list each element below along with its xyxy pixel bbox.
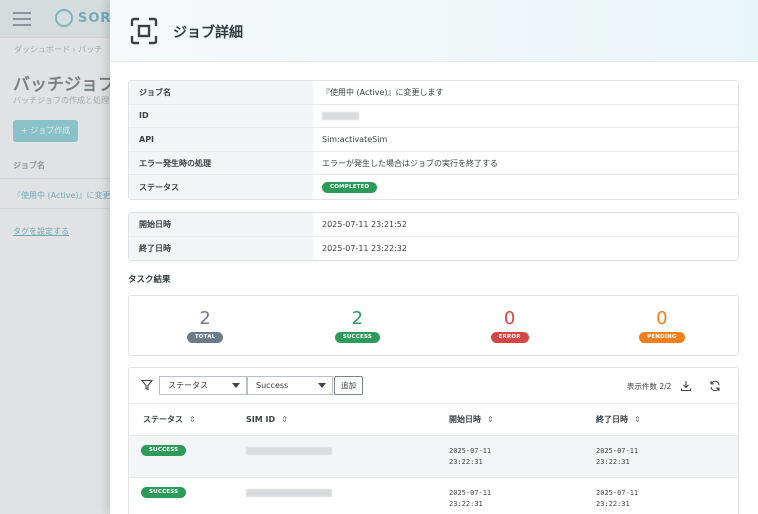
detail-value: エラーが発生した場合はジョブの実行を終了する xyxy=(322,158,498,168)
detail-value: Sim:activateSim xyxy=(322,134,388,144)
sort-icon[interactable]: ⇕ xyxy=(281,415,288,424)
task-results-title: タスク結果 xyxy=(128,275,171,285)
table-header: ステータス ⇕ SIM ID ⇕ 開始日時 ⇕ 終了日時 ⇕ xyxy=(129,404,738,436)
detail-value: 2025-07-11 23:22:32 xyxy=(322,243,407,253)
drawer-title: ジョブ詳細 xyxy=(173,25,243,41)
filter-value: Success xyxy=(256,381,289,390)
stat-count: 0 xyxy=(656,307,668,329)
download-icon[interactable] xyxy=(680,380,692,392)
stat-count: 2 xyxy=(351,307,364,329)
detail-value xyxy=(313,105,738,128)
chevron-down-icon xyxy=(318,383,326,388)
column-label: ステータス xyxy=(143,415,183,424)
status-badge: COMPLETED xyxy=(322,181,378,193)
add-filter-button[interactable]: 追加 xyxy=(334,376,363,395)
sort-icon[interactable]: ⇕ xyxy=(487,415,494,424)
table-toolbar: ステータス Success 追加 表示件数 2/2 xyxy=(129,368,738,404)
end-time: 23:22:31 xyxy=(596,458,630,466)
stat-label-badge: TOTAL xyxy=(186,331,224,343)
detail-row-error-handling: エラー発生時の処理 エラーが発生した場合はジョブの実行を終了する xyxy=(129,151,738,176)
detail-key: 終了日時 xyxy=(129,236,313,261)
detail-row-api: API Sim:activateSim xyxy=(129,128,738,152)
refresh-icon[interactable] xyxy=(709,380,721,392)
row-end-time: 2025-07-11 23:22:31 xyxy=(596,446,638,468)
detail-key: ジョブ名 xyxy=(129,81,313,104)
redacted-sim-id xyxy=(246,447,332,455)
drawer-header: ジョブ詳細 xyxy=(110,0,758,62)
filter-icon[interactable] xyxy=(141,379,153,391)
column-label: SIM ID xyxy=(246,415,276,424)
row-start-time: 2025-07-11 23:22:31 xyxy=(449,488,491,510)
filter-field-select[interactable]: ステータス xyxy=(159,376,247,395)
start-date: 2025-07-11 xyxy=(449,447,492,455)
detail-value: COMPLETED xyxy=(313,175,738,199)
stat-error: 0 ERROR xyxy=(434,296,586,355)
detail-key: ID xyxy=(129,104,313,128)
stat-success: 2 SUCCESS xyxy=(281,296,433,355)
detail-row-start-time: 開始日時 2025-07-11 23:21:52 xyxy=(129,213,738,237)
row-status-badge: SUCCESS xyxy=(141,487,187,498)
chevron-down-icon xyxy=(232,383,240,388)
filter-field-value: ステータス xyxy=(168,381,208,390)
detail-key: ステータス xyxy=(129,175,313,199)
stat-count: 2 xyxy=(199,307,211,329)
row-end-time: 2025-07-11 23:22:31 xyxy=(596,488,638,510)
column-label: 終了日時 xyxy=(596,415,628,424)
table-row[interactable]: SUCCESS 2025-07-11 23:22:31 2025-07-11 2… xyxy=(129,478,738,514)
end-time: 23:22:31 xyxy=(596,500,630,508)
start-date: 2025-07-11 xyxy=(449,489,492,497)
column-header-end-time[interactable]: 終了日時 ⇕ xyxy=(596,414,641,425)
column-header-sim-id[interactable]: SIM ID ⇕ xyxy=(246,415,288,424)
job-times-card: 開始日時 2025-07-11 23:21:52 終了日時 2025-07-11… xyxy=(128,212,739,262)
column-label: 開始日時 xyxy=(449,415,481,424)
column-header-start-time[interactable]: 開始日時 ⇕ xyxy=(449,414,494,425)
detail-value: 『使用中 (Active)』に変更します xyxy=(322,87,444,97)
stat-pending: 0 PENDING xyxy=(586,296,738,355)
filter-value-select[interactable]: Success xyxy=(247,376,333,395)
redacted-id xyxy=(322,111,359,120)
stat-label-badge: SUCCESS xyxy=(334,331,381,343)
job-scan-icon xyxy=(130,17,158,45)
job-details-card: ジョブ名 『使用中 (Active)』に変更します ID API Sim:act… xyxy=(128,80,739,200)
redacted-sim-id xyxy=(246,489,332,497)
detail-row-job-name: ジョブ名 『使用中 (Active)』に変更します xyxy=(129,81,738,105)
row-status-badge: SUCCESS xyxy=(141,445,187,456)
display-count: 表示件数 2/2 xyxy=(627,382,672,391)
table-row[interactable]: SUCCESS 2025-07-11 23:22:31 2025-07-11 2… xyxy=(129,436,738,478)
end-date: 2025-07-11 xyxy=(596,447,639,455)
stat-total: 2 TOTAL xyxy=(129,296,281,355)
detail-row-end-time: 終了日時 2025-07-11 23:22:32 xyxy=(129,236,738,261)
task-table-card: ステータス Success 追加 表示件数 2/2 ステータス ⇕ SIM ID… xyxy=(128,367,739,514)
detail-row-id: ID xyxy=(129,104,738,129)
detail-row-status: ステータス COMPLETED xyxy=(129,175,738,199)
detail-value: 2025-07-11 23:21:52 xyxy=(322,219,407,229)
detail-key: API xyxy=(129,128,313,151)
stat-label-badge: PENDING xyxy=(639,331,685,343)
job-detail-drawer: ジョブ詳細 ジョブ名 『使用中 (Active)』に変更します ID API S… xyxy=(110,0,758,514)
sort-icon[interactable]: ⇕ xyxy=(189,415,196,424)
stat-label-badge: ERROR xyxy=(490,331,529,343)
column-header-status[interactable]: ステータス ⇕ xyxy=(143,414,196,425)
row-start-time: 2025-07-11 23:22:31 xyxy=(449,446,491,468)
detail-key: 開始日時 xyxy=(129,213,313,236)
task-summary-card: 2 TOTAL 2 SUCCESS 0 ERROR 0 PENDING xyxy=(128,295,739,356)
end-date: 2025-07-11 xyxy=(596,489,639,497)
stat-count: 0 xyxy=(503,307,516,329)
detail-key: エラー発生時の処理 xyxy=(129,151,313,175)
start-time: 23:22:31 xyxy=(449,458,483,466)
sort-icon[interactable]: ⇕ xyxy=(634,415,641,424)
start-time: 23:22:31 xyxy=(449,500,483,508)
